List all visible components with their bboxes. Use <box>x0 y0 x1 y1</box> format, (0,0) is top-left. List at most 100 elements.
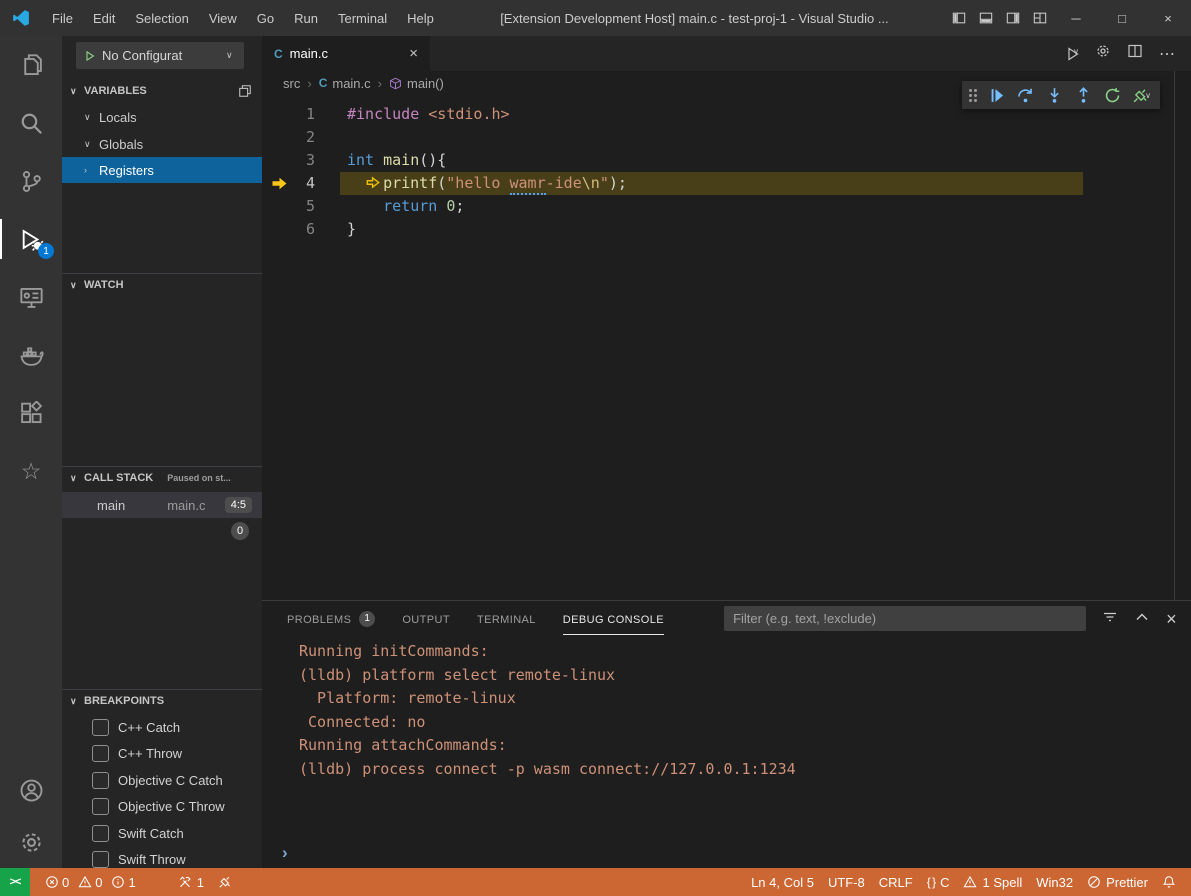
console-input-prompt[interactable]: › <box>282 843 288 863</box>
inline-breakpoint-icon[interactable] <box>366 176 380 189</box>
toggle-sidebar-icon[interactable] <box>945 0 972 36</box>
breadcrumb-file[interactable]: C main.c <box>319 76 371 91</box>
breakpoint-row[interactable]: C++ Throw <box>62 740 262 766</box>
close-panel-icon[interactable]: × <box>1166 610 1177 628</box>
drag-grip-icon[interactable] <box>969 89 977 102</box>
variables-scope-locals[interactable]: ∨ Locals <box>62 104 262 130</box>
problems-status[interactable]: 0 0 1 <box>38 868 149 896</box>
gutter[interactable]: 4 <box>262 172 347 195</box>
breadcrumb-symbol[interactable]: main() <box>389 76 444 91</box>
stack-frame-row[interactable]: main main.c 4:5 <box>62 492 262 518</box>
checkbox-unchecked[interactable] <box>92 825 109 842</box>
watch-section-header[interactable]: ∨ WATCH <box>62 273 262 296</box>
gutter[interactable]: 3 <box>262 149 347 172</box>
activity-account[interactable] <box>0 764 62 816</box>
close-button[interactable]: × <box>1145 0 1191 36</box>
activity-explorer[interactable] <box>0 36 62 94</box>
gutter[interactable]: 5 <box>262 195 347 218</box>
console-line: Platform: remote-linux <box>299 687 1191 711</box>
minimize-button[interactable]: ─ <box>1053 0 1099 36</box>
step-out-button[interactable] <box>1070 83 1097 107</box>
breakpoint-row[interactable]: Swift Catch <box>62 820 262 846</box>
console-filter-input[interactable] <box>724 606 1086 631</box>
tab-close-icon[interactable]: × <box>409 45 418 62</box>
panel-tab-bar: PROBLEMS 1 OUTPUT TERMINAL DEBUG CONSOLE <box>262 601 1191 636</box>
tab-terminal[interactable]: TERMINAL <box>477 601 536 636</box>
debug-target-status[interactable] <box>211 868 239 896</box>
notifications-button[interactable] <box>1155 875 1183 889</box>
activity-remote-explorer[interactable] <box>0 268 62 326</box>
tab-debug-console[interactable]: DEBUG CONSOLE <box>563 601 664 636</box>
menu-help[interactable]: Help <box>397 0 444 36</box>
problems-count-badge: 1 <box>359 611 375 627</box>
eol-indicator[interactable]: CRLF <box>872 875 920 890</box>
breakpoint-row[interactable]: C++ Catch <box>62 714 262 740</box>
gutter[interactable]: 1 <box>262 103 347 126</box>
more-actions-button[interactable]: ⋯ <box>1159 44 1175 64</box>
restart-button[interactable] <box>1099 83 1126 107</box>
toolchain-status[interactable]: 1 <box>171 868 211 896</box>
menu-run[interactable]: Run <box>284 0 328 36</box>
tab-problems[interactable]: PROBLEMS 1 <box>287 601 375 636</box>
toggle-panel-icon[interactable] <box>972 0 999 36</box>
activity-run-debug[interactable]: 1 <box>0 210 62 268</box>
menu-go[interactable]: Go <box>247 0 284 36</box>
tab-output[interactable]: OUTPUT <box>402 601 450 636</box>
disconnect-button[interactable]: ∨ <box>1128 83 1155 107</box>
breakpoints-section-header[interactable]: ∨ BREAKPOINTS <box>62 689 262 712</box>
checkbox-unchecked[interactable] <box>92 719 109 736</box>
editor-settings-button[interactable] <box>1095 43 1111 64</box>
breakpoint-row[interactable]: Objective C Throw <box>62 793 262 819</box>
checkbox-unchecked[interactable] <box>92 851 109 868</box>
debug-config-dropdown[interactable]: No Configurat ∨ <box>76 42 244 69</box>
gutter[interactable]: 6 <box>262 218 347 241</box>
toggle-secondary-sidebar-icon[interactable] <box>999 0 1026 36</box>
language-mode[interactable]: { } C <box>920 875 957 890</box>
variables-section-header[interactable]: ∨ VARIABLES <box>62 80 262 102</box>
checkbox-unchecked[interactable] <box>92 745 109 762</box>
gutter[interactable]: 2 <box>262 126 347 149</box>
maximize-button[interactable]: □ <box>1099 0 1145 36</box>
checkbox-unchecked[interactable] <box>92 772 109 789</box>
code-area[interactable]: 1 #include <stdio.h> 2 3 int main(){ 4 p… <box>262 95 1191 600</box>
encoding-indicator[interactable]: UTF-8 <box>821 875 872 890</box>
formatter-label: Prettier <box>1106 875 1148 890</box>
spell-checker-status[interactable]: 1 Spell <box>956 875 1029 890</box>
checkbox-unchecked[interactable] <box>92 798 109 815</box>
split-editor-button[interactable] <box>1127 43 1143 64</box>
platform-status[interactable]: Win32 <box>1029 875 1080 890</box>
step-into-button[interactable] <box>1041 83 1068 107</box>
activity-source-control[interactable] <box>0 152 62 210</box>
call-stack-section-header[interactable]: ∨ CALL STACK Paused on st... <box>62 466 262 489</box>
remote-indicator[interactable]: >< <box>0 868 30 896</box>
breadcrumb-folder[interactable]: src <box>283 76 300 91</box>
tab-main-c[interactable]: C main.c × <box>262 36 430 71</box>
remote-explorer-icon <box>19 285 44 310</box>
chevron-down-icon: ∨ <box>84 112 94 123</box>
filter-lines-icon[interactable] <box>1102 609 1118 628</box>
menu-file[interactable]: File <box>42 0 83 36</box>
activity-docker[interactable] <box>0 326 62 384</box>
activity-search[interactable] <box>0 94 62 152</box>
run-or-debug-button[interactable]: ∨ <box>1065 46 1079 62</box>
menu-edit[interactable]: Edit <box>83 0 125 36</box>
maximize-panel-icon[interactable] <box>1134 609 1150 628</box>
activity-settings[interactable] <box>0 816 62 868</box>
variables-scope-globals[interactable]: ∨ Globals <box>62 131 262 157</box>
step-over-button[interactable] <box>1012 83 1039 107</box>
menu-view[interactable]: View <box>199 0 247 36</box>
collapse-all-icon[interactable] <box>238 84 252 101</box>
formatter-status[interactable]: Prettier <box>1080 875 1155 890</box>
activity-extensions[interactable] <box>0 384 62 442</box>
activity-star[interactable]: ☆ <box>0 442 62 500</box>
menu-terminal[interactable]: Terminal <box>328 0 397 36</box>
cursor-position[interactable]: Ln 4, Col 5 <box>744 875 821 890</box>
menu-selection[interactable]: Selection <box>125 0 198 36</box>
variables-scope-registers[interactable]: › Registers <box>62 157 262 183</box>
breakpoint-row[interactable]: Objective C Catch <box>62 767 262 793</box>
customize-layout-icon[interactable] <box>1026 0 1053 36</box>
continue-button[interactable] <box>983 83 1010 107</box>
debug-console-output[interactable]: Running initCommands: (lldb) platform se… <box>262 640 1191 844</box>
indent <box>347 197 383 215</box>
editor-scrollbar[interactable] <box>1174 71 1175 600</box>
